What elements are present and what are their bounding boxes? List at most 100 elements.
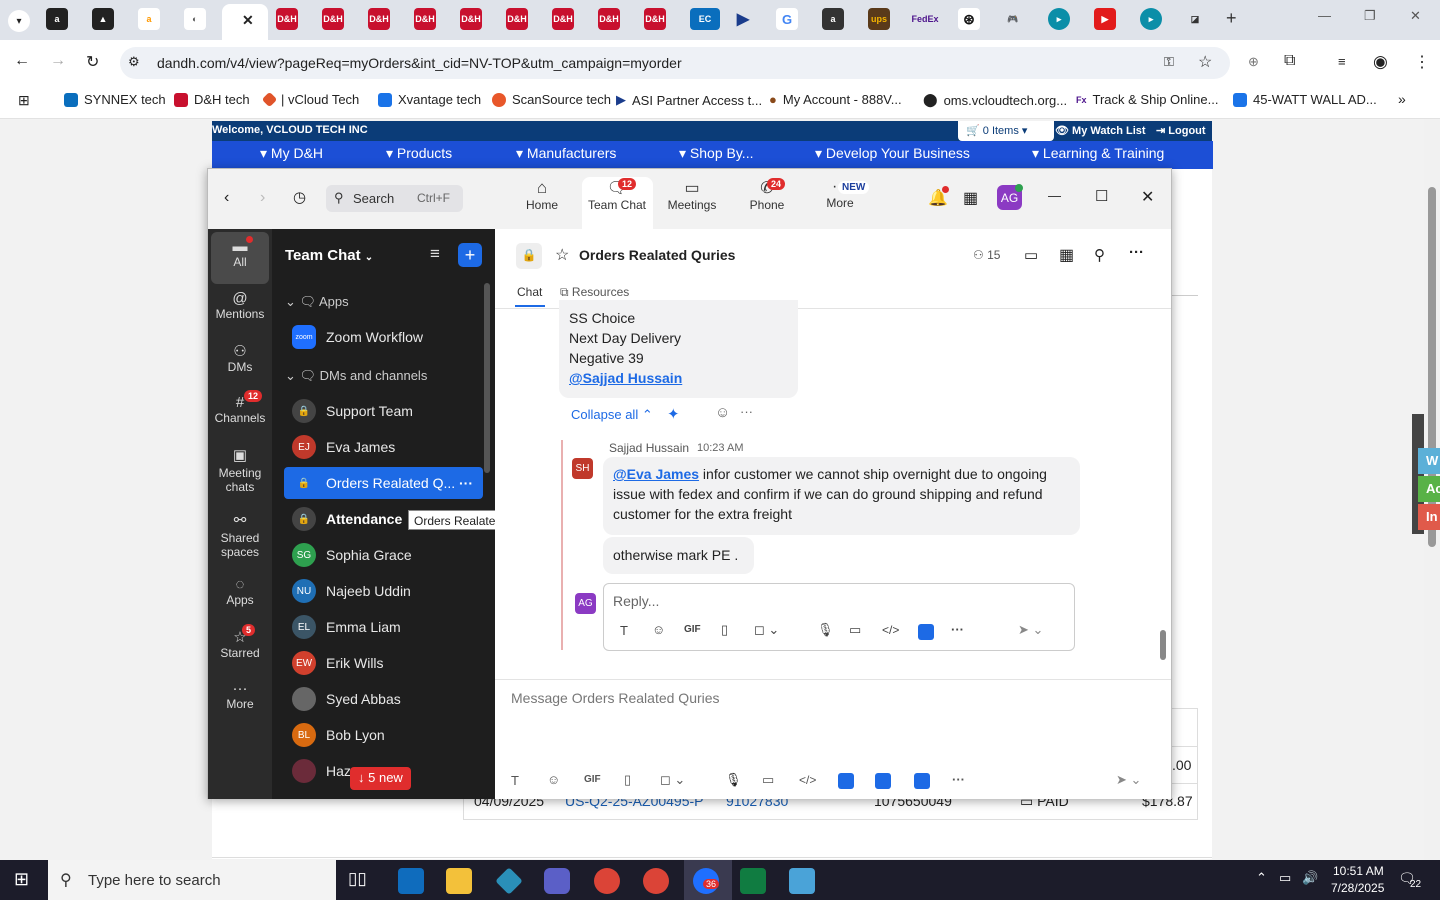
tab-dandh[interactable]: D&H [644,8,666,30]
menu-icon[interactable]: ⋮ [1414,52,1430,72]
emoji-icon[interactable]: ☺ [715,404,730,421]
tab-game[interactable]: 🎮 [1002,8,1024,30]
list-title[interactable]: Team Chat ⌄ [285,247,373,264]
tab-dandh[interactable]: D&H [598,8,620,30]
extensions-icon[interactable]: ⧉ [1284,52,1295,70]
send-icon[interactable]: ➤ ⌄ [1116,772,1141,788]
file-icon[interactable]: ▯ [624,772,631,788]
restore-icon[interactable]: ❐ [1364,8,1376,24]
tab-dandh[interactable]: D&H [368,8,390,30]
tab-dandh[interactable]: D&H [414,8,436,30]
bookmark-888v[interactable]: ● My Account - 888V... [769,92,902,107]
tab-a[interactable]: a [822,8,844,30]
members-count[interactable]: ⚇ 15 [973,248,1000,262]
tab-asi[interactable]: ▶ [732,8,754,30]
tab-ec[interactable]: EC [690,8,720,30]
list-item[interactable]: BL Bob Lyon [284,719,483,751]
app-icon[interactable] [838,773,854,789]
format-text-icon[interactable]: T [511,773,519,788]
taskbar-search[interactable]: ⚲ Type here to search [48,860,336,900]
excel-icon[interactable] [740,868,766,894]
star-icon[interactable]: ☆ [555,245,569,265]
maximize-icon[interactable]: ☐ [1095,187,1108,205]
filter-icon[interactable]: ≡ [430,244,440,264]
video-icon[interactable]: ▭ [1024,246,1038,264]
message-composer[interactable]: Message Orders Realated Quries T ☺ GIF ▯… [495,680,1171,799]
close-icon[interactable]: ✕ [1141,187,1154,207]
side-tab-w[interactable]: W [1418,448,1440,474]
windows-start-icon[interactable]: ⊞ [14,869,29,890]
side-tab-ac[interactable]: Ac [1418,476,1440,502]
password-key-icon[interactable]: ⚿ [1164,54,1174,70]
rail-more[interactable]: ··· More [208,680,272,711]
mention-link[interactable]: @Sajjad Hussain [569,368,788,388]
chrome-icon[interactable] [643,868,669,894]
clock-time[interactable]: 10:51 AM [1333,864,1384,878]
list-item[interactable]: SG Sophia Grace [284,539,483,571]
tab-amazon[interactable]: a [138,8,160,30]
nav-my-dandh[interactable]: ▾ My D&H [260,145,323,162]
calendar-icon[interactable]: ▦ [1059,245,1074,265]
app-icon[interactable] [914,773,930,789]
tab-amazon-a[interactable]: a [46,8,68,30]
nav-develop[interactable]: ▾ Develop Your Business [815,145,970,162]
tab-c[interactable]: ◪ [1184,8,1206,30]
close-icon[interactable]: ✕ [242,12,254,29]
cart-button[interactable]: 🛒 0 Items ▾ [958,121,1054,141]
network-icon[interactable]: ▭ [1279,870,1291,886]
rail-channels[interactable]: # Channels [208,394,272,425]
nav-products[interactable]: ▾ Products [386,145,452,162]
tab-openai[interactable]: ⊛ [958,8,980,30]
tab-search-button[interactable]: ▾ [8,10,30,32]
tab-home[interactable]: ⌂ Home [507,178,577,212]
more-dots-icon[interactable]: ··· [459,475,473,491]
url-bar[interactable]: ⚙ dandh.com/v4/view?pageReq=myOrders&int… [120,47,1230,79]
volume-icon[interactable]: 🔊 [1302,870,1318,886]
chevron-up-icon[interactable]: ⌃ [1256,870,1267,886]
list-item-selected[interactable]: 🔒 Orders Realated Q... ··· [284,467,483,499]
app-icon[interactable] [789,868,815,894]
rail-mentions[interactable]: @ Mentions [208,290,272,321]
bookmark-oms[interactable]: ⬤ oms.vcloudtech.org... [923,92,1067,108]
screenshot-icon[interactable]: ◻ ⌄ [754,622,779,638]
side-tab-in[interactable]: In [1418,504,1440,530]
nav-manufacturers[interactable]: ▾ Manufacturers [516,145,616,162]
tab-team-chat[interactable]: 🗨 Team Chat [582,178,652,212]
media-icon[interactable]: ≡ [1338,54,1346,69]
chat-scrollbar-thumb[interactable] [1160,630,1166,660]
tab-google[interactable]: G [776,8,798,30]
teams-icon[interactable] [544,868,570,894]
mic-icon[interactable]: 🎙 [817,622,834,638]
rail-meeting-chats[interactable]: ▣ Meeting chats [208,446,272,494]
bookmark-dandh[interactable]: D&H tech [174,92,250,107]
app-icon[interactable] [918,624,934,640]
tab-ups[interactable]: ups [868,8,890,30]
rail-dms[interactable]: ⚇ DMs [208,342,272,374]
tab-active-dandh[interactable]: ✕ [222,4,268,40]
minimize-icon[interactable]: — [1048,188,1061,203]
emoji-icon[interactable]: ☺ [652,622,665,637]
screenshot-icon[interactable]: ◻ ⌄ [660,772,685,788]
code-icon[interactable]: </> [799,773,816,787]
forward-icon[interactable]: → [50,52,66,70]
back-icon[interactable]: ‹ [224,189,229,207]
tab-chat[interactable]: Chat [517,285,542,299]
tab-dandh[interactable]: D&H [276,8,298,30]
bookmarks-overflow-icon[interactable]: » [1398,91,1406,107]
list-item[interactable]: EW Erik Wills [284,647,483,679]
search-icon[interactable]: ⚲ [1094,246,1105,264]
list-item[interactable]: NU Najeeb Uddin [284,575,483,607]
tab-dandh[interactable]: D&H [552,8,574,30]
tab-notion[interactable]: ▲ [92,8,114,30]
file-explorer-icon[interactable] [446,868,472,894]
more-dots-icon[interactable]: ··· [1129,244,1144,261]
collapse-all-link[interactable]: Collapse all ⌃ [571,407,653,423]
reload-icon[interactable]: ↻ [86,52,99,72]
bookmark-vcloud[interactable]: | vCloud Tech [261,91,359,108]
tab-resources[interactable]: ⧉ Resources [560,285,629,300]
list-item[interactable]: zoom Zoom Workflow [284,321,483,353]
rail-starred[interactable]: ☆ Starred [208,628,272,660]
gif-icon[interactable]: GIF [684,624,701,635]
more-dots-icon[interactable]: ··· [951,622,964,637]
forward-icon[interactable]: › [260,189,265,207]
